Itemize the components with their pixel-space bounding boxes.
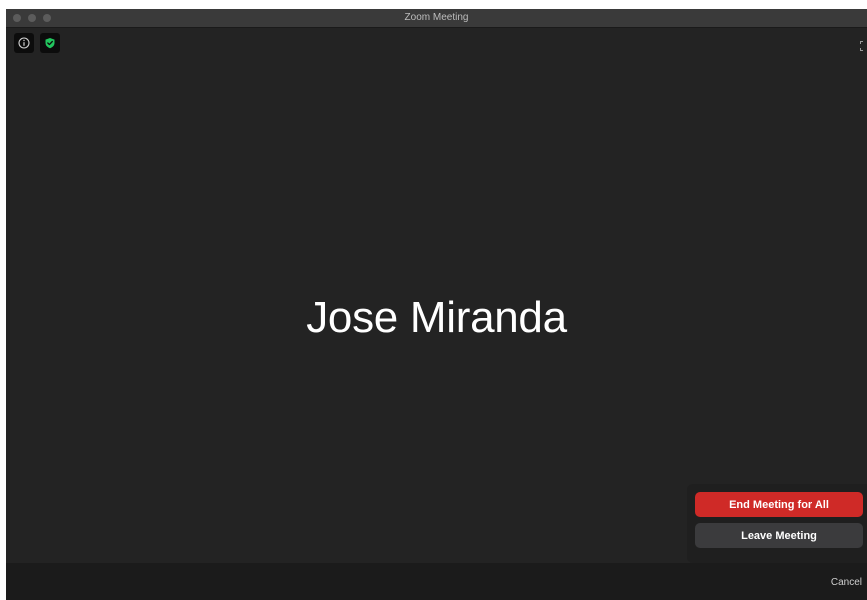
info-icon: [18, 37, 30, 49]
fullscreen-icon: [860, 41, 863, 51]
cancel-button[interactable]: Cancel: [831, 577, 862, 589]
security-button[interactable]: [40, 33, 60, 53]
title-bar: Zoom Meeting: [6, 9, 867, 28]
fullscreen-button[interactable]: [860, 38, 866, 51]
participant-name: Jose Miranda: [306, 293, 567, 342]
end-meeting-menu: End Meeting for All Leave Meeting: [687, 484, 867, 563]
leave-meeting-button[interactable]: Leave Meeting: [695, 523, 863, 548]
meeting-controls-bar: Cancel: [6, 563, 867, 600]
shield-check-icon: [45, 38, 55, 49]
zoom-meeting-window: Zoom Meeting Jose Miranda End Meeting fo…: [6, 9, 867, 600]
meeting-info-button[interactable]: [14, 33, 34, 53]
window-title: Zoom Meeting: [404, 12, 469, 23]
end-meeting-for-all-button[interactable]: End Meeting for All: [695, 492, 863, 517]
